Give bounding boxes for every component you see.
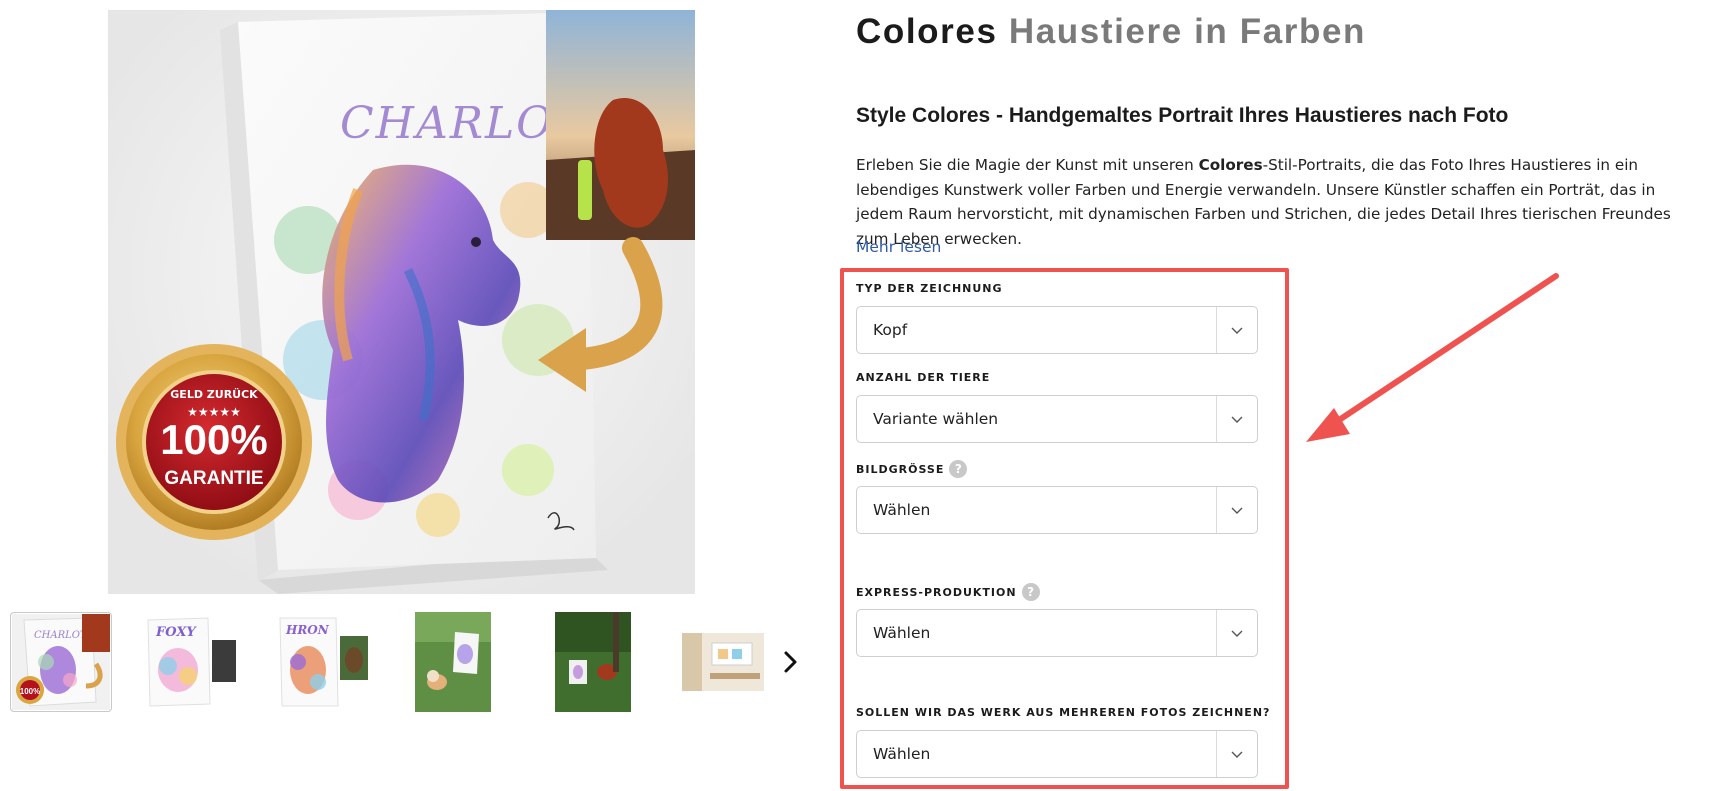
- chevron-down-icon: [1231, 327, 1243, 334]
- select-type[interactable]: Kopf: [856, 306, 1258, 354]
- thumbnail-next-button[interactable]: [770, 642, 810, 682]
- select-size[interactable]: Wählen: [856, 486, 1258, 534]
- thumbnail-3-name: HRON: [285, 623, 330, 637]
- badge-top-text: GELD ZURÜCK: [170, 387, 258, 401]
- option-label-size: BILDGRÖSSE ?: [856, 460, 968, 478]
- select-divider: [1216, 487, 1217, 533]
- select-divider: [1216, 731, 1217, 777]
- description-bold: Colores: [1198, 156, 1263, 174]
- option-label-express: EXPRESS-PRODUKTION ?: [856, 583, 1040, 601]
- badge-percent: 100%: [160, 416, 267, 463]
- select-divider: [1216, 396, 1217, 442]
- chevron-down-icon: [1231, 416, 1243, 423]
- option-label-animals: ANZAHL DER TIERE: [856, 371, 991, 384]
- thumbnail-6[interactable]: [682, 612, 764, 712]
- thumbnail-5[interactable]: [542, 612, 644, 712]
- select-express[interactable]: Wählen: [856, 609, 1258, 657]
- thumbnail-1-badge: 100%: [20, 687, 40, 696]
- product-description: Erleben Sie die Magie der Kunst mit unse…: [856, 153, 1706, 251]
- description-part-1: Erleben Sie die Magie der Kunst mit unse…: [856, 156, 1199, 174]
- annotation-arrow-icon: [1306, 273, 1559, 442]
- select-multiple-photos[interactable]: Wählen: [856, 730, 1258, 778]
- select-divider: [1216, 307, 1217, 353]
- select-multiple-photos-value: Wählen: [873, 745, 931, 763]
- thumbnail-4[interactable]: [402, 612, 504, 712]
- chevron-down-icon: [1231, 507, 1243, 514]
- select-type-value: Kopf: [873, 321, 908, 339]
- option-label-type: TYP DER ZEICHNUNG: [856, 282, 1003, 295]
- read-more-link[interactable]: Mehr lesen: [856, 238, 941, 256]
- select-divider: [1216, 610, 1217, 656]
- product-subtitle: Style Colores - Handgemaltes Portrait Ih…: [856, 104, 1509, 127]
- thumbnail-strip: CHARLOTA 100% FOXY HRON: [10, 612, 800, 714]
- help-icon[interactable]: ?: [949, 460, 968, 478]
- select-animals[interactable]: Variante wählen: [856, 395, 1258, 443]
- select-size-value: Wählen: [873, 501, 931, 519]
- guarantee-badge: GELD ZURÜCK ★★★★★ 100% GARANTIE: [116, 344, 312, 540]
- help-icon[interactable]: ?: [1021, 583, 1040, 601]
- product-title: Colores Haustiere in Farben: [856, 12, 1366, 52]
- option-label-multiple-photos: SOLLEN WIR DAS WERK AUS MEHREREN FOTOS Z…: [856, 706, 1271, 719]
- badge-bottom-text: GARANTIE: [164, 468, 263, 489]
- product-title-sub: Haustiere in Farben: [1008, 12, 1367, 51]
- chevron-down-icon: [1231, 630, 1243, 637]
- thumbnail-2[interactable]: FOXY: [140, 612, 242, 712]
- select-animals-value: Variante wählen: [873, 410, 999, 428]
- chevron-down-icon: [1231, 751, 1243, 758]
- thumbnail-2-name: FOXY: [155, 625, 197, 640]
- product-title-main: Colores: [856, 12, 998, 51]
- thumbnail-1[interactable]: CHARLOTA 100%: [10, 612, 112, 712]
- chevron-right-icon: [784, 651, 797, 673]
- select-express-value: Wählen: [873, 624, 931, 642]
- product-main-image[interactable]: CHARLOTA GELD ZURÜCK ★★★★★ 100% GARANTIE: [108, 10, 695, 594]
- thumbnail-3[interactable]: HRON: [272, 612, 374, 712]
